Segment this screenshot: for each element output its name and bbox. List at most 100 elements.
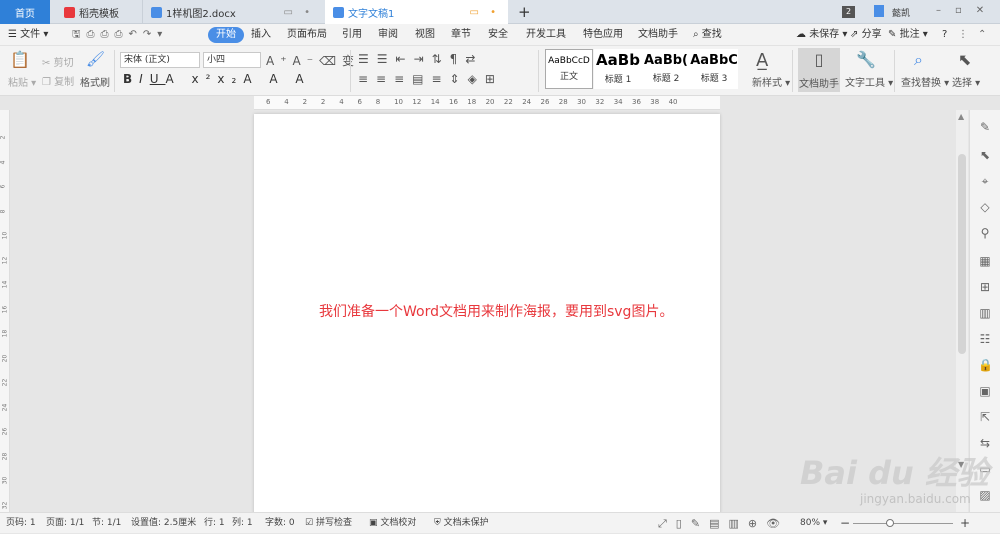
ruler-tick-label: 12 (412, 98, 422, 106)
stamp-icon[interactable]: ⚲ (978, 226, 992, 240)
quick-access-toolbar[interactable]: 🖫⎙⎙⎙↶↷▾ (72, 24, 168, 46)
save-status[interactable]: ☁ 未保存 ▾ (796, 24, 847, 46)
cursor-icon[interactable]: ⬉ (958, 50, 971, 69)
lock-icon[interactable]: 🔒 (978, 358, 993, 372)
status-row[interactable]: 行: 1 (204, 513, 225, 534)
status-column[interactable]: 列: 1 (232, 513, 253, 534)
ruler-tick-label: 32 (1, 501, 9, 509)
paste-icon[interactable]: 📋 (10, 50, 30, 69)
text-format-buttons[interactable]: BIUA x²x₂A A A (123, 72, 311, 86)
style-preview: AaBbCcD (548, 56, 590, 66)
scrollbar-thumb[interactable] (958, 154, 966, 354)
status-pages[interactable]: 页面: 1/1 (46, 513, 84, 534)
vertical-ruler[interactable]: 2 4 6 8 10 12 14 16 18 20 22 24 26 28 30 32 (0, 110, 10, 512)
tab-developer[interactable]: 开发工具 (526, 24, 566, 46)
ruler-tick-label: 36 (632, 98, 641, 106)
file-menu[interactable]: ☰ 文件 ▾ (8, 24, 48, 46)
select-button[interactable]: 选择 ▾ (952, 74, 980, 89)
document-page[interactable]: 我们准备一个Word文档用来制作海报，要用到svg图片。 (254, 114, 720, 514)
tab-section[interactable]: 章节 (451, 24, 471, 46)
tab-modified-dot[interactable]: ▭ • (469, 7, 500, 18)
style-heading-2[interactable]: AaBb(标题 2 (642, 49, 690, 89)
tab-home[interactable]: 首页 (0, 0, 50, 24)
sliders-icon[interactable]: ☷ (978, 332, 992, 346)
location-icon[interactable]: ⌖ (978, 174, 992, 188)
pen-icon[interactable]: ✎ (978, 120, 992, 134)
font-size-select[interactable]: 小四 (203, 52, 261, 68)
tab-start[interactable]: 开始 (208, 27, 244, 43)
protection-status[interactable]: ⛨ 文档未保护 (434, 513, 489, 534)
more-icon[interactable]: ⋮ (958, 24, 968, 46)
wrench-icon[interactable]: 🔧 (856, 50, 876, 69)
new-tab-button[interactable]: + (518, 3, 531, 21)
scroll-up-arrow[interactable]: ▲ (958, 112, 964, 121)
table-icon[interactable]: ▦ (978, 254, 992, 268)
image-icon[interactable]: ▣ (978, 384, 992, 398)
status-page-number[interactable]: 页码: 1 (6, 513, 36, 534)
find-replace-button[interactable]: 查找替换 ▾ (901, 74, 949, 89)
collapse-ribbon-icon[interactable]: ⌃ (978, 24, 986, 46)
style-heading-3[interactable]: AaBbC 标题 3 (690, 49, 738, 89)
tab-doc-active[interactable]: 文字文稿1 ▭ • (325, 0, 508, 24)
paste-button[interactable]: 粘贴 ▾ (8, 74, 36, 89)
tab-review[interactable]: 审阅 (378, 24, 398, 46)
window-controls[interactable]: –▫✕ (936, 5, 998, 16)
list-indent-buttons[interactable]: ☰☰⇤⇥⇅¶⇄ (358, 52, 483, 66)
font-name-select[interactable]: 宋体 (正文) (120, 52, 200, 68)
tab-view[interactable]: 视图 (415, 24, 435, 46)
chart-icon[interactable]: ▥ (978, 306, 992, 320)
horizontal-ruler[interactable]: 6 4 2 2 4 6 8 10 12 14 16 18 20 22 24 26 28 30 32 34 36 38 40 (254, 96, 720, 110)
spell-check-button[interactable]: ☑ 拼写检查 (305, 513, 352, 534)
zoom-slider-handle[interactable] (886, 519, 894, 527)
zoom-in-button[interactable]: + (960, 513, 970, 534)
shapes-icon[interactable]: ◇ (978, 200, 992, 214)
export-icon[interactable]: ⇱ (978, 410, 992, 424)
tab-doc-assistant[interactable]: 文档助手 (638, 24, 678, 46)
cut-button[interactable]: ✂ 剪切 (42, 54, 74, 69)
tab-references[interactable]: 引用 (342, 24, 362, 46)
window-count-badge[interactable]: 2 (842, 6, 855, 18)
font-size-grow-shrink[interactable]: A⁺A⁻⌫变 (266, 52, 360, 69)
cursor-icon[interactable]: ⬉ (978, 148, 992, 162)
new-style-button[interactable]: 新样式 ▾ (752, 74, 790, 89)
spell-check-icon: ☑ (305, 518, 314, 528)
copy-button[interactable]: ❐ 复制 (42, 73, 74, 88)
user-name[interactable]: 懿凯 (892, 6, 910, 19)
zoom-level[interactable]: 80% ▾ (800, 513, 827, 534)
grid-icon[interactable]: ⊞ (978, 280, 992, 294)
tab-controls[interactable]: ▭ • (283, 7, 314, 18)
status-word-count[interactable]: 字数: 0 (265, 513, 295, 534)
user-avatar[interactable] (874, 5, 884, 17)
tab-special[interactable]: 特色应用 (583, 24, 623, 46)
help-button[interactable]: ? (942, 24, 947, 46)
style-heading-1[interactable]: AaBb 标题 1 (594, 49, 642, 89)
zoom-slider-track[interactable] (853, 523, 953, 524)
tab-page-layout[interactable]: 页面布局 (287, 24, 327, 46)
tab-insert[interactable]: 插入 (251, 24, 271, 46)
proofread-button[interactable]: ▣ 文档校对 (369, 513, 416, 534)
title-bar: 首页 稻壳模板 1样机图2.docx ▭ • 文字文稿1 ▭ • + 2 懿凯 –▫… (0, 0, 1000, 24)
style-preview: AaBbC (690, 53, 738, 68)
copy-label: 复制 (54, 77, 75, 88)
view-mode-buttons[interactable]: ⤢▯✎▤▥⊕👁 (658, 513, 789, 534)
share-button[interactable]: ⇗ 分享 (850, 24, 882, 46)
paragraph-align-buttons[interactable]: ≡≡≡▤≡⇕◈⊞ (358, 72, 503, 86)
search-button[interactable]: ⌕ 查找 (693, 24, 722, 46)
new-style-icon[interactable]: A̲ (756, 50, 768, 71)
tab-security[interactable]: 安全 (488, 24, 508, 46)
text-tools-button[interactable]: 文字工具 ▾ (845, 74, 893, 89)
style-preview: AaBb (596, 51, 640, 69)
ruler-tick-label: 18 (1, 329, 9, 338)
find-icon[interactable]: ⌕ (914, 50, 923, 70)
status-setting[interactable]: 设置值: 2.5厘米 (131, 513, 196, 534)
format-painter-button[interactable]: 格式刷 (80, 74, 110, 89)
format-painter-icon[interactable]: 🖌 (86, 50, 105, 68)
tab-doc-1[interactable]: 1样机图2.docx ▭ • (142, 0, 322, 24)
status-section[interactable]: 节: 1/1 (92, 513, 121, 534)
document-body-text[interactable]: 我们准备一个Word文档用来制作海报，要用到svg图片。 (319, 301, 673, 321)
tab-docer-templates[interactable]: 稻壳模板 (56, 0, 140, 24)
zoom-out-button[interactable]: − (840, 513, 850, 534)
comment-button[interactable]: ✎ 批注 ▾ (888, 24, 928, 46)
doc-assistant-button[interactable]: ▯ 文档助手 (798, 48, 840, 92)
style-normal[interactable]: AaBbCcD 正文 (545, 49, 593, 89)
